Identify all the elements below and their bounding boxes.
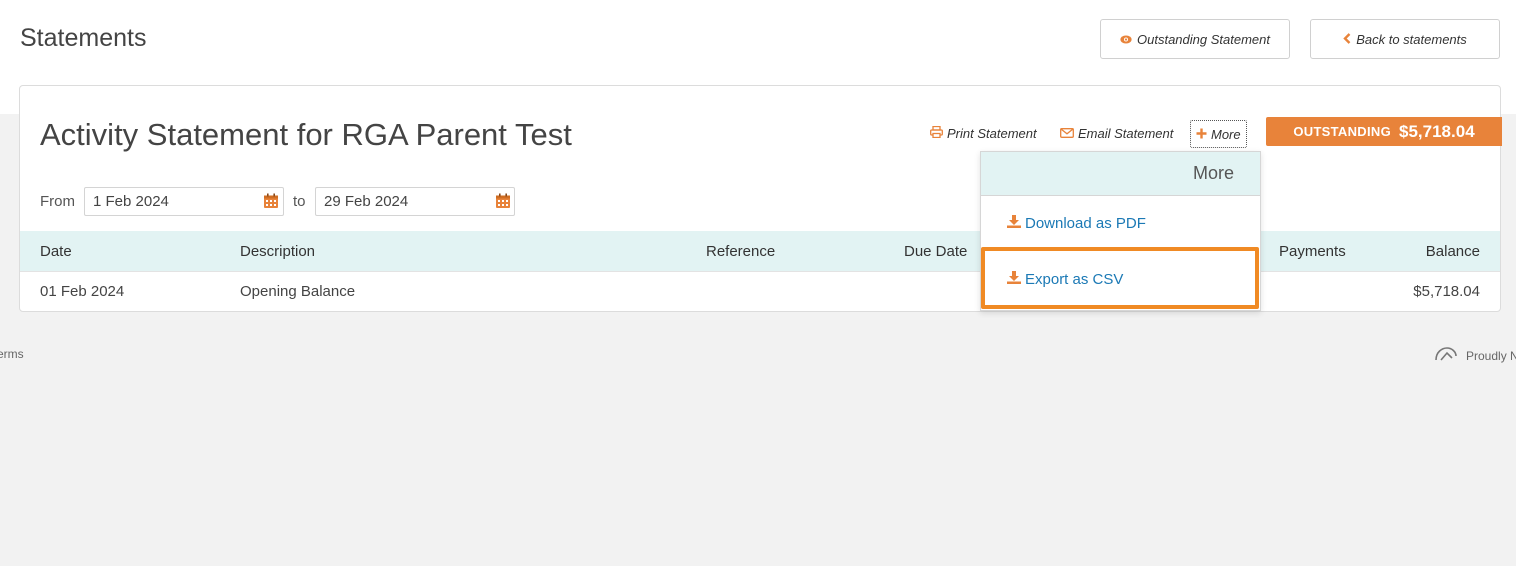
from-date-value: 1 Feb 2024 (93, 193, 169, 210)
col-description: Description (240, 242, 316, 260)
from-label: From (40, 193, 75, 210)
brand-logo-icon (1434, 346, 1458, 365)
email-statement-label: Email Statement (1078, 126, 1174, 141)
col-payments: Payments (1279, 242, 1346, 260)
cell-date: 01 Feb 2024 (40, 283, 125, 300)
envelope-icon (1060, 126, 1074, 141)
to-label: to (293, 193, 306, 210)
col-balance: Balance (1425, 242, 1480, 260)
download-icon (1007, 271, 1021, 288)
outstanding-statement-button[interactable]: Outstanding Statement (1100, 19, 1290, 59)
export-csv-menu-item[interactable]: Export as CSV (1007, 271, 1123, 288)
outstanding-label: OUTSTANDING (1293, 124, 1392, 139)
more-button[interactable]: More (1190, 120, 1247, 148)
eye-icon (1120, 32, 1132, 47)
more-menu-heading: More (981, 152, 1260, 196)
email-statement-link[interactable]: Email Statement (1060, 126, 1173, 141)
statement-title: Activity Statement for RGA Parent Test (40, 117, 572, 152)
print-statement-link[interactable]: Print Statement (930, 125, 1037, 141)
download-pdf-label: Download as PDF (1025, 215, 1146, 232)
back-to-statements-label: Back to statements (1356, 31, 1467, 47)
to-date-value: 29 Feb 2024 (324, 193, 409, 210)
footer-powered-by: Proudly N (1434, 346, 1516, 365)
print-statement-label: Print Statement (947, 126, 1037, 141)
outstanding-statement-label: Outstanding Statement (1137, 31, 1270, 47)
download-icon (1007, 215, 1021, 232)
more-label: More (1211, 126, 1241, 142)
cell-description: Opening Balance (240, 283, 356, 300)
plus-icon (1196, 127, 1207, 142)
cell-balance: $5,718.04 (1413, 283, 1480, 300)
statement-card: Activity Statement for RGA Parent Test P… (19, 85, 1502, 312)
outstanding-badge: OUTSTANDING $5,718.04 (1266, 117, 1502, 146)
table-row: 01 Feb 2024 Opening Balance $5,718.04 (20, 271, 1500, 311)
more-dropdown-menu: More Download as PDF Export as CSV (980, 151, 1261, 311)
footer-terms-link[interactable]: erms (0, 347, 24, 361)
from-date-input[interactable]: 1 Feb 2024 (84, 187, 284, 216)
calendar-icon[interactable] (263, 193, 279, 209)
footer-powered-by-text: Proudly N (1466, 348, 1516, 363)
export-csv-label: Export as CSV (1025, 271, 1124, 288)
back-to-statements-button[interactable]: Back to statements (1310, 19, 1500, 59)
to-date-input[interactable]: 29 Feb 2024 (315, 187, 515, 216)
outstanding-amount: $5,718.04 (1399, 121, 1475, 141)
printer-icon (930, 125, 943, 141)
chevron-left-icon (1343, 32, 1351, 47)
col-reference: Reference (706, 242, 776, 260)
col-date: Date (40, 242, 72, 260)
calendar-icon[interactable] (495, 193, 511, 209)
statement-table: Date Description Reference Due Date Paym… (20, 231, 1500, 311)
col-due-date: Due Date (904, 242, 968, 260)
download-pdf-menu-item[interactable]: Download as PDF (1007, 215, 1146, 232)
page-title: Statements (20, 24, 147, 52)
table-header: Date Description Reference Due Date Paym… (20, 231, 1500, 271)
